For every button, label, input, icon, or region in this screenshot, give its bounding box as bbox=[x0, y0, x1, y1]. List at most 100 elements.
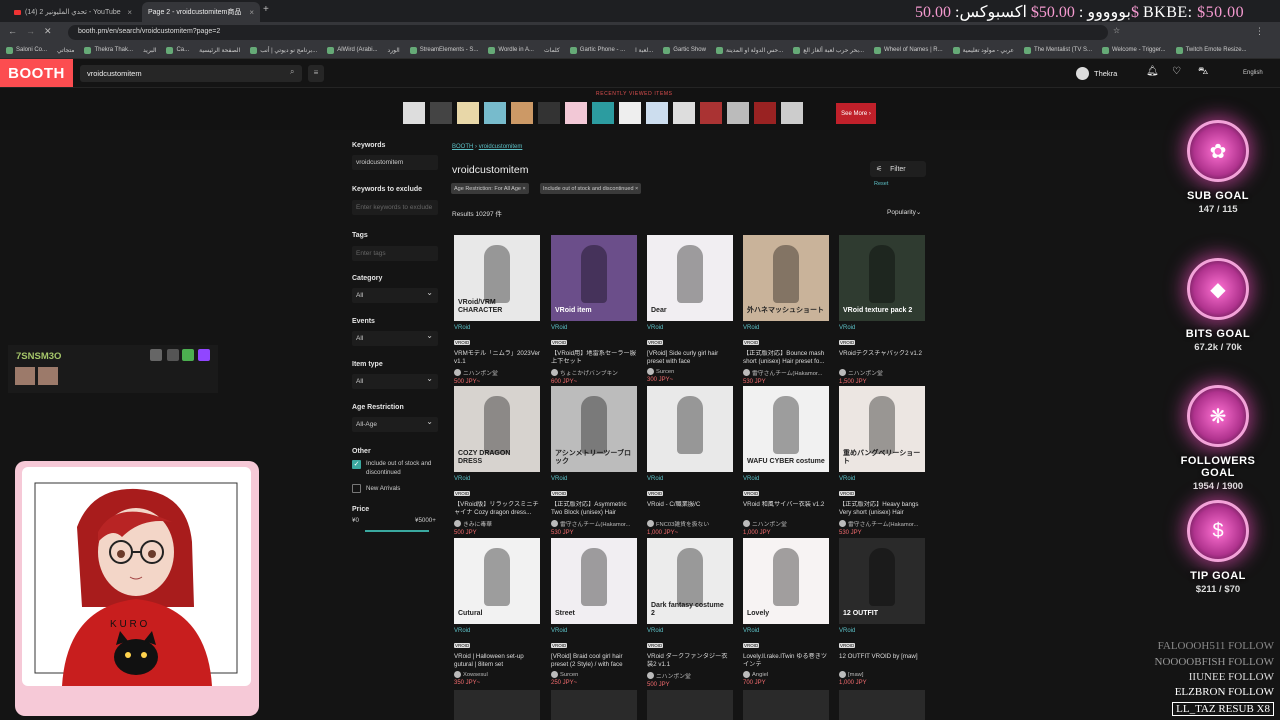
product-card[interactable]: COZY DRAGON DRESS VRoid VROID 【VRoid版】リラックス… bbox=[454, 386, 540, 536]
keywords-input[interactable]: vroidcustomitem bbox=[352, 155, 438, 170]
product-card[interactable]: Street VRoid VROID [VRoid] Braid cool girl … bbox=[551, 538, 637, 686]
recent-item-thumbnail[interactable] bbox=[484, 102, 506, 124]
forward-icon[interactable]: → bbox=[26, 26, 35, 36]
product-image[interactable]: Street bbox=[551, 538, 637, 624]
recent-item-thumbnail[interactable] bbox=[673, 102, 695, 124]
star-icon[interactable]: ☆ bbox=[1113, 26, 1120, 35]
product-image[interactable]: WAFU CYBER costume bbox=[743, 386, 829, 472]
recent-item-thumbnail[interactable] bbox=[538, 102, 560, 124]
product-image[interactable]: アシンメトリーツーブロック bbox=[551, 386, 637, 472]
product-image[interactable]: 重めバングベリーショート bbox=[839, 386, 925, 472]
booth-logo[interactable]: BOOTH bbox=[0, 59, 73, 87]
product-title[interactable]: [VRoid] Braid cool girl hair preset (2 S… bbox=[551, 653, 637, 669]
recent-item-thumbnail[interactable] bbox=[430, 102, 452, 124]
category-select[interactable]: All bbox=[352, 288, 438, 303]
product-card-partial[interactable] bbox=[551, 690, 637, 720]
product-title[interactable]: [VRoid] Side curly girl hair preset with… bbox=[647, 350, 733, 366]
recent-item-thumbnail[interactable] bbox=[511, 102, 533, 124]
bookmark-item[interactable]: AlWird (Arabi... bbox=[327, 46, 378, 54]
recent-item-thumbnail[interactable] bbox=[646, 102, 668, 124]
product-title[interactable]: 【正式版対応】Bounce mash short (unisex) Hair p… bbox=[743, 350, 829, 366]
product-card[interactable]: VRoid/VRM CHARACTER VRoid VROID VRMモデル「ニムラ」… bbox=[454, 235, 540, 385]
product-title[interactable]: VRoid 和風サイバー衣装 v1.2 bbox=[743, 501, 829, 517]
product-image[interactable] bbox=[647, 386, 733, 472]
heart-icon[interactable]: ♡ bbox=[1172, 66, 1181, 77]
avatar[interactable] bbox=[1076, 67, 1089, 80]
menu-icon[interactable]: ⋮ bbox=[1255, 26, 1264, 37]
bookmark-item[interactable]: Wordle in A... bbox=[488, 46, 534, 54]
product-title[interactable]: VRoid | Halloween set-up gutural | 8item… bbox=[454, 653, 540, 669]
shop-name[interactable]: ニハンポン堂 bbox=[839, 368, 925, 377]
product-title[interactable]: 【VRoid用】地雷系セーラー服上下セット bbox=[551, 350, 637, 366]
breadcrumb-current[interactable]: vroidcustomitem bbox=[479, 144, 523, 150]
shop-name[interactable]: ニハンポン堂 bbox=[454, 368, 540, 377]
itemtype-select[interactable]: All bbox=[352, 374, 438, 389]
bookmark-item[interactable]: بحر حرب لعبة ألغاز الع... bbox=[793, 46, 864, 54]
product-card[interactable]: WAFU CYBER costume VRoid VROID VRoid 和風サイバー… bbox=[743, 386, 829, 536]
product-image[interactable]: Lovely bbox=[743, 538, 829, 624]
product-title[interactable]: VRoid ダークファンタジー衣装2 v1.1 bbox=[647, 653, 733, 669]
product-card-partial[interactable] bbox=[839, 690, 925, 720]
product-card[interactable]: 重めバングベリーショート VRoid VROID 【正式版対応】Heavy bangs… bbox=[839, 386, 925, 536]
shop-name[interactable]: 雷守さんチーム(Hakamor... bbox=[839, 519, 925, 528]
close-icon[interactable]: × bbox=[127, 8, 132, 17]
bookmark-item[interactable]: Gartic Show bbox=[663, 46, 706, 54]
shop-name[interactable]: 雷守さんチーム(Hakamor... bbox=[551, 519, 637, 528]
bookmark-item[interactable]: StreamElements - S... bbox=[409, 46, 478, 54]
product-card[interactable]: Dark fantasy costume 2 VRoid VROID VRoid ダー… bbox=[647, 538, 733, 688]
shop-name[interactable]: 雷守さんチーム(Hakamor... bbox=[743, 368, 829, 377]
price-slider[interactable] bbox=[365, 530, 429, 532]
bookmark-item[interactable]: Thekra Thak... bbox=[84, 46, 133, 54]
bookmark-item[interactable]: Saloni Co... bbox=[6, 46, 47, 54]
shop-name[interactable]: FNC03雑貨を扱ない bbox=[647, 519, 733, 528]
bookmark-item[interactable]: عربي - مولود تعليمية bbox=[952, 46, 1014, 54]
recent-item-thumbnail[interactable] bbox=[619, 102, 641, 124]
shop-name[interactable]: [maw] bbox=[839, 671, 925, 678]
back-icon[interactable]: ← bbox=[8, 26, 17, 36]
product-title[interactable]: 12 OUTFIT VROID by [maw] bbox=[839, 653, 925, 669]
shop-name[interactable]: きみに毒華 bbox=[454, 519, 540, 528]
product-image[interactable]: 外ハネマッシュショート bbox=[743, 235, 829, 321]
product-card[interactable]: Cutural VRoid VROID VRoid | Halloween set-u… bbox=[454, 538, 540, 686]
product-title[interactable]: 【正式版対応】Heavy bangs Very short (unisex) H… bbox=[839, 501, 925, 517]
bookmark-item[interactable]: البريد bbox=[143, 47, 156, 54]
product-image[interactable]: VRoid item bbox=[551, 235, 637, 321]
tab-youtube[interactable]: (14) تحدي المليونير 2 - YouTube × bbox=[8, 2, 138, 22]
product-title[interactable]: Lovely.ll.rake.lTwin ゆる巻きツインテ bbox=[743, 653, 829, 669]
cart-icon[interactable]: ⛍ bbox=[1198, 66, 1208, 79]
shop-name[interactable]: Xowsesul bbox=[454, 671, 540, 678]
bookmark-item[interactable]: Wheel of Names | R... bbox=[874, 46, 943, 54]
shop-name[interactable]: Surcen bbox=[647, 368, 733, 375]
exclude-input[interactable]: Enter keywords to exclude bbox=[352, 200, 438, 215]
product-card[interactable]: 外ハネマッシュショート VRoid VROID 【正式版対応】Bounce mash … bbox=[743, 235, 829, 385]
recent-item-thumbnail[interactable] bbox=[592, 102, 614, 124]
tags-input[interactable]: Enter tags bbox=[352, 246, 438, 261]
age-select[interactable]: All-Age bbox=[352, 417, 438, 432]
filter-chip-stock[interactable]: Include out of stock and discontinued × bbox=[540, 183, 642, 194]
filter-menu-icon[interactable]: ≡ bbox=[308, 65, 324, 82]
recent-item-thumbnail[interactable] bbox=[727, 102, 749, 124]
bookmark-item[interactable]: متجاتي bbox=[57, 47, 74, 54]
bookmark-item[interactable]: الصفحة الرئيسية bbox=[199, 47, 240, 54]
product-image[interactable]: Dear bbox=[647, 235, 733, 321]
bookmark-item[interactable]: حس الدولة او المدينة... bbox=[715, 46, 783, 54]
product-image[interactable]: 12 OUTFIT bbox=[839, 538, 925, 624]
bookmark-item[interactable]: Twitch Emote Resize... bbox=[1175, 46, 1247, 54]
product-image[interactable]: VRoid/VRM CHARACTER bbox=[454, 235, 540, 321]
filter-chip-age[interactable]: Age Restriction: For All Age × bbox=[451, 183, 529, 194]
bookmark-item[interactable]: Gartic Phone - ... bbox=[569, 46, 625, 54]
bookmark-item[interactable]: Ca... bbox=[166, 46, 189, 54]
reset-link[interactable]: Reset bbox=[874, 181, 888, 187]
bell-icon[interactable]: 🔔︎ bbox=[1146, 66, 1159, 77]
bookmark-item[interactable]: الورد bbox=[388, 47, 400, 54]
product-title[interactable]: 【VRoid版】リラックスミニチャイナ Cozy dragon dress... bbox=[454, 501, 540, 517]
new-arrivals-checkbox[interactable] bbox=[352, 484, 361, 493]
recent-item-thumbnail[interactable] bbox=[754, 102, 776, 124]
include-stock-checkbox[interactable]: ✓ bbox=[352, 460, 361, 469]
product-card[interactable]: 12 OUTFIT VRoid VROID 12 OUTFIT VROID by [m… bbox=[839, 538, 925, 686]
new-tab-button[interactable]: + bbox=[263, 4, 269, 15]
recent-item-thumbnail[interactable] bbox=[700, 102, 722, 124]
shop-name[interactable]: ニハンポン堂 bbox=[743, 519, 829, 528]
filter-button[interactable]: ⚟ Filter bbox=[870, 161, 926, 177]
product-card[interactable]: Dear VRoid VROID [VRoid] Side curly girl ha… bbox=[647, 235, 733, 383]
